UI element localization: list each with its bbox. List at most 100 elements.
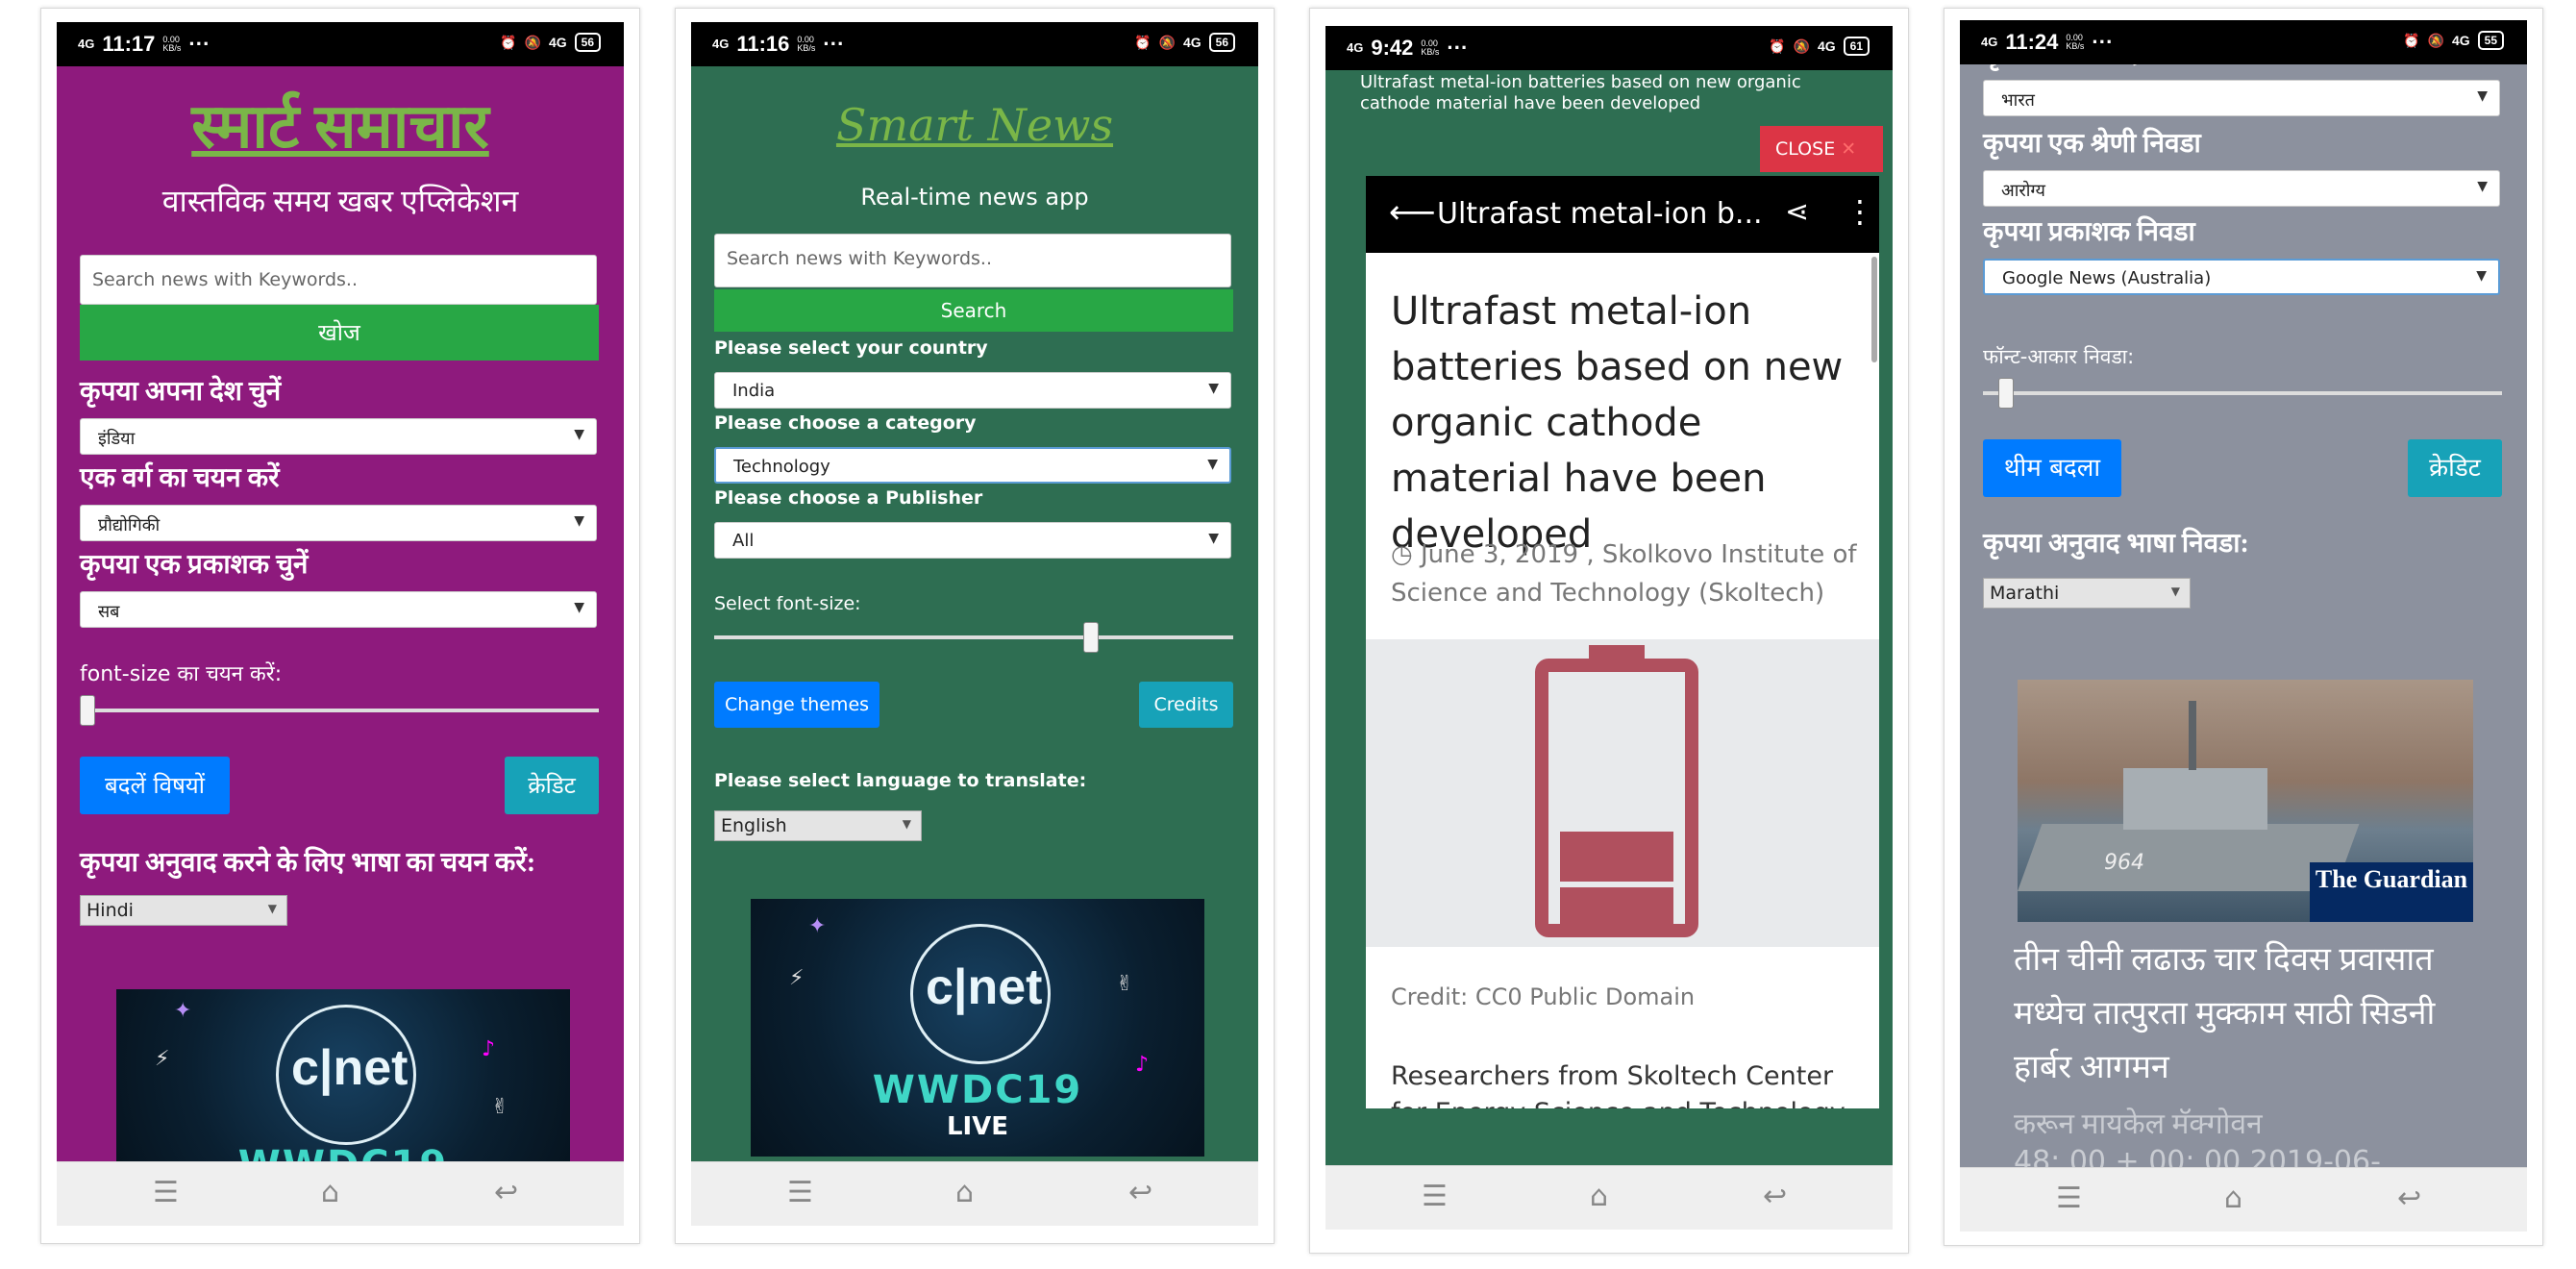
country-select[interactable]: भारत ▼ — [1983, 80, 2500, 116]
credits-button[interactable]: क्रेडिट — [505, 757, 599, 814]
news-image[interactable]: 964 The Guardian — [2018, 680, 2473, 922]
publisher-label: कृपया प्रकाशक निवडा — [1983, 217, 2195, 247]
status-bar: 4G 11:16 0.00 KB/s ··· ⏰ 🔕 4G 56 — [691, 22, 1258, 66]
font-size-slider[interactable] — [80, 695, 599, 726]
back-arrow-icon[interactable]: ⟵ — [1389, 193, 1436, 232]
search-button[interactable]: Search — [714, 289, 1233, 332]
close-button[interactable]: CLOSE ✕ — [1760, 126, 1883, 172]
search-button[interactable]: खोज — [80, 305, 599, 361]
phone-frame-1: 4G 11:17 0.00 KB/s ··· ⏰ 🔕 4G 56 स्मार्ट… — [40, 8, 640, 1244]
menu-icon[interactable]: ☰ — [153, 1176, 179, 1209]
font-size-label: फॉन्ट-आकार निवडा: — [1983, 345, 2135, 368]
category-select[interactable]: आरोग्य ▼ — [1983, 170, 2500, 207]
more-dots: ··· — [188, 32, 211, 56]
translate-label: Please select language to translate: — [714, 770, 1087, 791]
country-select[interactable]: India ▼ — [714, 372, 1231, 409]
network-label: 4G — [1817, 38, 1836, 54]
data-speed: 0.00 KB/s — [162, 35, 182, 53]
more-menu-icon[interactable]: ⋮ — [1845, 193, 1875, 230]
translate-label: कृपया अनुवाद भाषा निवडा: — [1983, 529, 2249, 559]
app-content: Ultrafast metal-ion batteries based on n… — [1325, 70, 1893, 1176]
country-select[interactable]: इंडिया ▼ — [80, 418, 597, 455]
slider-thumb[interactable] — [1083, 622, 1099, 653]
live-text: LIVE — [946, 1112, 1009, 1141]
back-icon[interactable]: ↩ — [1128, 1176, 1152, 1209]
data-speed: 0.00 KB/s — [797, 35, 816, 53]
story-title: तीन चीनी लढाऊ चार दिवस प्रवासात मध्येच त… — [2014, 942, 2436, 1085]
hand-icon: ✌ — [1116, 972, 1134, 996]
credits-button[interactable]: क्रेडिट — [2408, 439, 2502, 497]
toolbar-title: Ultrafast metal-ion b... — [1437, 197, 1763, 231]
slider-thumb[interactable] — [80, 695, 95, 726]
ship-superstructure — [2123, 768, 2267, 830]
slider-thumb[interactable] — [1998, 378, 2014, 409]
clock: 11:24 — [2005, 30, 2059, 54]
language-select[interactable]: Marathi ▼ — [1983, 578, 2191, 609]
home-icon[interactable]: ⌂ — [955, 1176, 974, 1209]
scrollbar[interactable] — [1871, 257, 1877, 362]
battery-icon: 56 — [574, 33, 601, 52]
article-meta: ◷ June 3, 2019 , Skolkovo Institute of S… — [1391, 540, 1857, 608]
ship-hull — [2018, 824, 2360, 891]
category-label: कृपया एक श्रेणी निवडा — [1983, 129, 2201, 159]
network-label: 4G — [2451, 33, 2470, 48]
app-subtitle: Real-time news app — [860, 184, 1089, 211]
home-icon[interactable]: ⌂ — [2224, 1182, 2242, 1215]
alarm-icon: ⏰ — [1134, 34, 1152, 50]
publisher-select[interactable]: All ▼ — [714, 522, 1231, 559]
bolt-icon: ⚡ — [789, 966, 805, 990]
dropdown-arrow-icon: ▼ — [574, 600, 584, 615]
network-label: 4G — [548, 35, 567, 50]
search-input[interactable]: Search news with Keywords.. — [714, 234, 1231, 287]
font-size-slider[interactable] — [714, 622, 1233, 653]
dropdown-arrow-icon: ▼ — [902, 817, 911, 831]
home-icon[interactable]: ⌂ — [321, 1176, 339, 1209]
dropdown-arrow-icon: ▼ — [267, 902, 277, 915]
menu-icon[interactable]: ☰ — [1422, 1180, 1448, 1213]
dropdown-arrow-icon: ▼ — [2477, 179, 2488, 194]
category-select[interactable]: Technology ▼ — [714, 447, 1231, 484]
menu-icon[interactable]: ☰ — [787, 1176, 813, 1209]
mute-icon: 🔕 — [1158, 34, 1176, 50]
language-select[interactable]: Hindi ▼ — [80, 895, 287, 926]
news-image[interactable]: c|net WWDC19 ⚡ ♪ ✦ ✌ — [116, 989, 570, 1162]
back-icon[interactable]: ↩ — [494, 1176, 518, 1209]
back-icon[interactable]: ↩ — [1763, 1180, 1787, 1213]
publisher-select[interactable]: Google News (Australia) ▼ — [1983, 259, 2500, 295]
phone-frame-3: 4G 9:42 0.00 KB/s ··· ⏰ 🔕 4G 61 Ultrafas… — [1309, 8, 1909, 1254]
font-size-label: font-size का चयन करें: — [80, 662, 283, 686]
signal-icon: 4G — [78, 37, 95, 51]
alarm-icon: ⏰ — [2403, 32, 2420, 48]
share-icon[interactable]: ⋖ — [1785, 195, 1809, 229]
credits-button[interactable]: Credits — [1139, 682, 1233, 728]
language-select[interactable]: English ▼ — [714, 810, 922, 841]
news-image[interactable]: c|net WWDC19 LIVE ⚡ ♪ ✦ ✌ — [751, 899, 1204, 1157]
search-input[interactable]: Search news with Keywords.. — [80, 255, 597, 305]
image-credit: Credit: CC0 Public Domain — [1391, 983, 1696, 1010]
change-themes-button[interactable]: बदलें विषयों — [80, 757, 230, 814]
change-themes-button[interactable]: Change themes — [714, 682, 879, 728]
back-icon[interactable]: ↩ — [2397, 1182, 2421, 1215]
phone-screen-4: 4G 11:24 0.00 KB/s ··· ⏰ 🔕 4G 55 कृपया आ… — [1960, 20, 2527, 1232]
change-themes-button[interactable]: थीम बदला — [1983, 439, 2121, 497]
ship-number: 964 — [2104, 851, 2144, 875]
article-image[interactable] — [1366, 639, 1879, 947]
article-toolbar: ⟵ Ultrafast metal-ion b... ⋖ ⋮ — [1366, 176, 1879, 253]
font-size-slider[interactable] — [1983, 378, 2502, 409]
menu-icon[interactable]: ☰ — [2056, 1182, 2082, 1215]
android-nav-bar: ☰ ⌂ ↩ — [1325, 1165, 1893, 1230]
home-icon[interactable]: ⌂ — [1590, 1180, 1608, 1213]
app-content: स्मार्ट समाचार वास्तविक समय खबर एप्लिकेश… — [57, 66, 624, 1162]
category-select[interactable]: प्रौद्योगिकी ▼ — [80, 505, 597, 541]
app-title: स्मार्ट समाचार — [191, 92, 489, 161]
clock: 11:17 — [102, 32, 156, 56]
category-label: Please choose a category — [714, 412, 977, 434]
article-viewer: ⟵ Ultrafast metal-ion b... ⋖ ⋮ Ultrafast… — [1366, 176, 1879, 1108]
wwdc-text: WWDC19 — [116, 1143, 570, 1162]
guardian-logo: The Guardian — [2310, 862, 2473, 922]
alarm-icon: ⏰ — [500, 34, 517, 50]
app-content: कृपया आपला देश निवडा भारत▼ कृपया एक श्रे… — [1960, 64, 2527, 1168]
font-size-label: Select font-size: — [714, 593, 861, 614]
battery-icon: 55 — [2477, 31, 2504, 50]
publisher-select[interactable]: सब ▼ — [80, 591, 597, 628]
